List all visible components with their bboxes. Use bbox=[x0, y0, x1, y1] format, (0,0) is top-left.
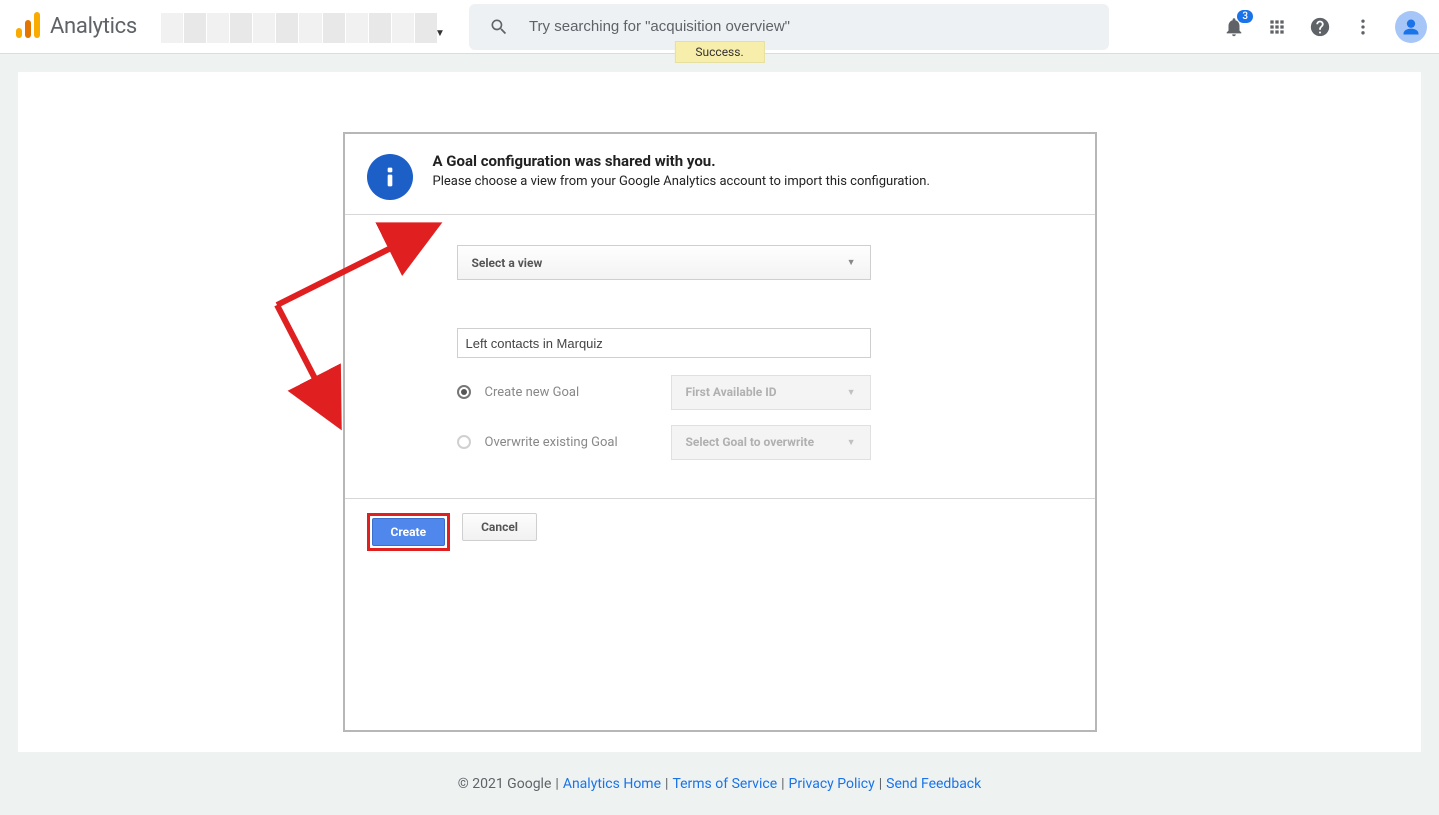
radio-create-new-goal[interactable]: Create new Goal First Available ID ▼ bbox=[457, 376, 871, 408]
goal-id-dropdown: First Available ID ▼ bbox=[671, 375, 871, 410]
account-selector[interactable]: ▼ bbox=[161, 9, 445, 45]
avatar[interactable] bbox=[1395, 11, 1427, 43]
search-input[interactable] bbox=[529, 18, 1089, 35]
search-icon bbox=[489, 17, 509, 37]
radio-icon bbox=[457, 385, 471, 399]
caret-down-icon: ▼ bbox=[847, 437, 856, 448]
account-blur-placeholder bbox=[161, 13, 437, 43]
annotation-highlight-box: Create bbox=[367, 513, 451, 551]
modal-body: Select a view ▼ Create new Goal First Av… bbox=[345, 215, 1095, 498]
terms-link[interactable]: Terms of Service bbox=[672, 776, 777, 792]
modal-subtitle: Please choose a view from your Google An… bbox=[433, 174, 930, 189]
radio-overwrite-goal[interactable]: Overwrite existing Goal Select Goal to o… bbox=[457, 426, 871, 458]
modal-footer: Create Cancel bbox=[345, 498, 1095, 565]
apps-icon[interactable] bbox=[1267, 17, 1287, 37]
search-box[interactable] bbox=[469, 4, 1109, 50]
toast-text: Success. bbox=[695, 45, 743, 59]
notifications-icon[interactable]: 3 bbox=[1223, 16, 1245, 38]
create-button[interactable]: Create bbox=[372, 518, 446, 546]
analytics-logo-icon bbox=[16, 12, 40, 42]
cancel-button[interactable]: Cancel bbox=[462, 513, 537, 541]
more-vert-icon[interactable] bbox=[1353, 17, 1373, 37]
help-icon[interactable] bbox=[1309, 16, 1331, 38]
dropdown-label: Select Goal to overwrite bbox=[686, 435, 815, 449]
separator: | bbox=[879, 776, 882, 792]
dropdown-label: First Available ID bbox=[686, 385, 777, 399]
radio-label: Create new Goal bbox=[485, 385, 671, 400]
caret-down-icon: ▼ bbox=[435, 28, 445, 39]
logo[interactable]: Analytics bbox=[16, 12, 137, 42]
radio-icon bbox=[457, 435, 471, 449]
privacy-link[interactable]: Privacy Policy bbox=[789, 776, 875, 792]
form-area: Select a view ▼ Create new Goal First Av… bbox=[457, 245, 871, 458]
separator: | bbox=[665, 776, 668, 792]
dropdown-label: Select a view bbox=[472, 256, 543, 270]
page-footer: © 2021 Google | Analytics Home | Terms o… bbox=[0, 753, 1439, 815]
separator: | bbox=[555, 776, 558, 792]
modal-header: A Goal configuration was shared with you… bbox=[345, 134, 1095, 215]
overwrite-goal-dropdown: Select Goal to overwrite ▼ bbox=[671, 425, 871, 460]
modal-title: A Goal configuration was shared with you… bbox=[433, 152, 930, 170]
goal-name-input[interactable] bbox=[457, 328, 871, 358]
copyright-text: © 2021 Google bbox=[458, 776, 552, 792]
annotation-arrows bbox=[267, 215, 467, 495]
caret-down-icon: ▼ bbox=[847, 257, 856, 268]
content-panel: A Goal configuration was shared with you… bbox=[18, 72, 1421, 752]
success-toast: Success. bbox=[674, 41, 764, 63]
feedback-link[interactable]: Send Feedback bbox=[886, 776, 981, 792]
notification-badge: 3 bbox=[1237, 10, 1253, 23]
header-actions: 3 bbox=[1223, 11, 1427, 43]
analytics-home-link[interactable]: Analytics Home bbox=[563, 776, 661, 792]
info-icon bbox=[367, 154, 413, 200]
goal-import-modal: A Goal configuration was shared with you… bbox=[343, 132, 1097, 732]
main-content: A Goal configuration was shared with you… bbox=[0, 54, 1439, 753]
radio-label: Overwrite existing Goal bbox=[485, 435, 671, 450]
view-select-dropdown[interactable]: Select a view ▼ bbox=[457, 245, 871, 280]
product-name: Analytics bbox=[50, 14, 137, 39]
user-icon bbox=[1401, 17, 1421, 37]
caret-down-icon: ▼ bbox=[847, 387, 856, 398]
separator: | bbox=[781, 776, 784, 792]
